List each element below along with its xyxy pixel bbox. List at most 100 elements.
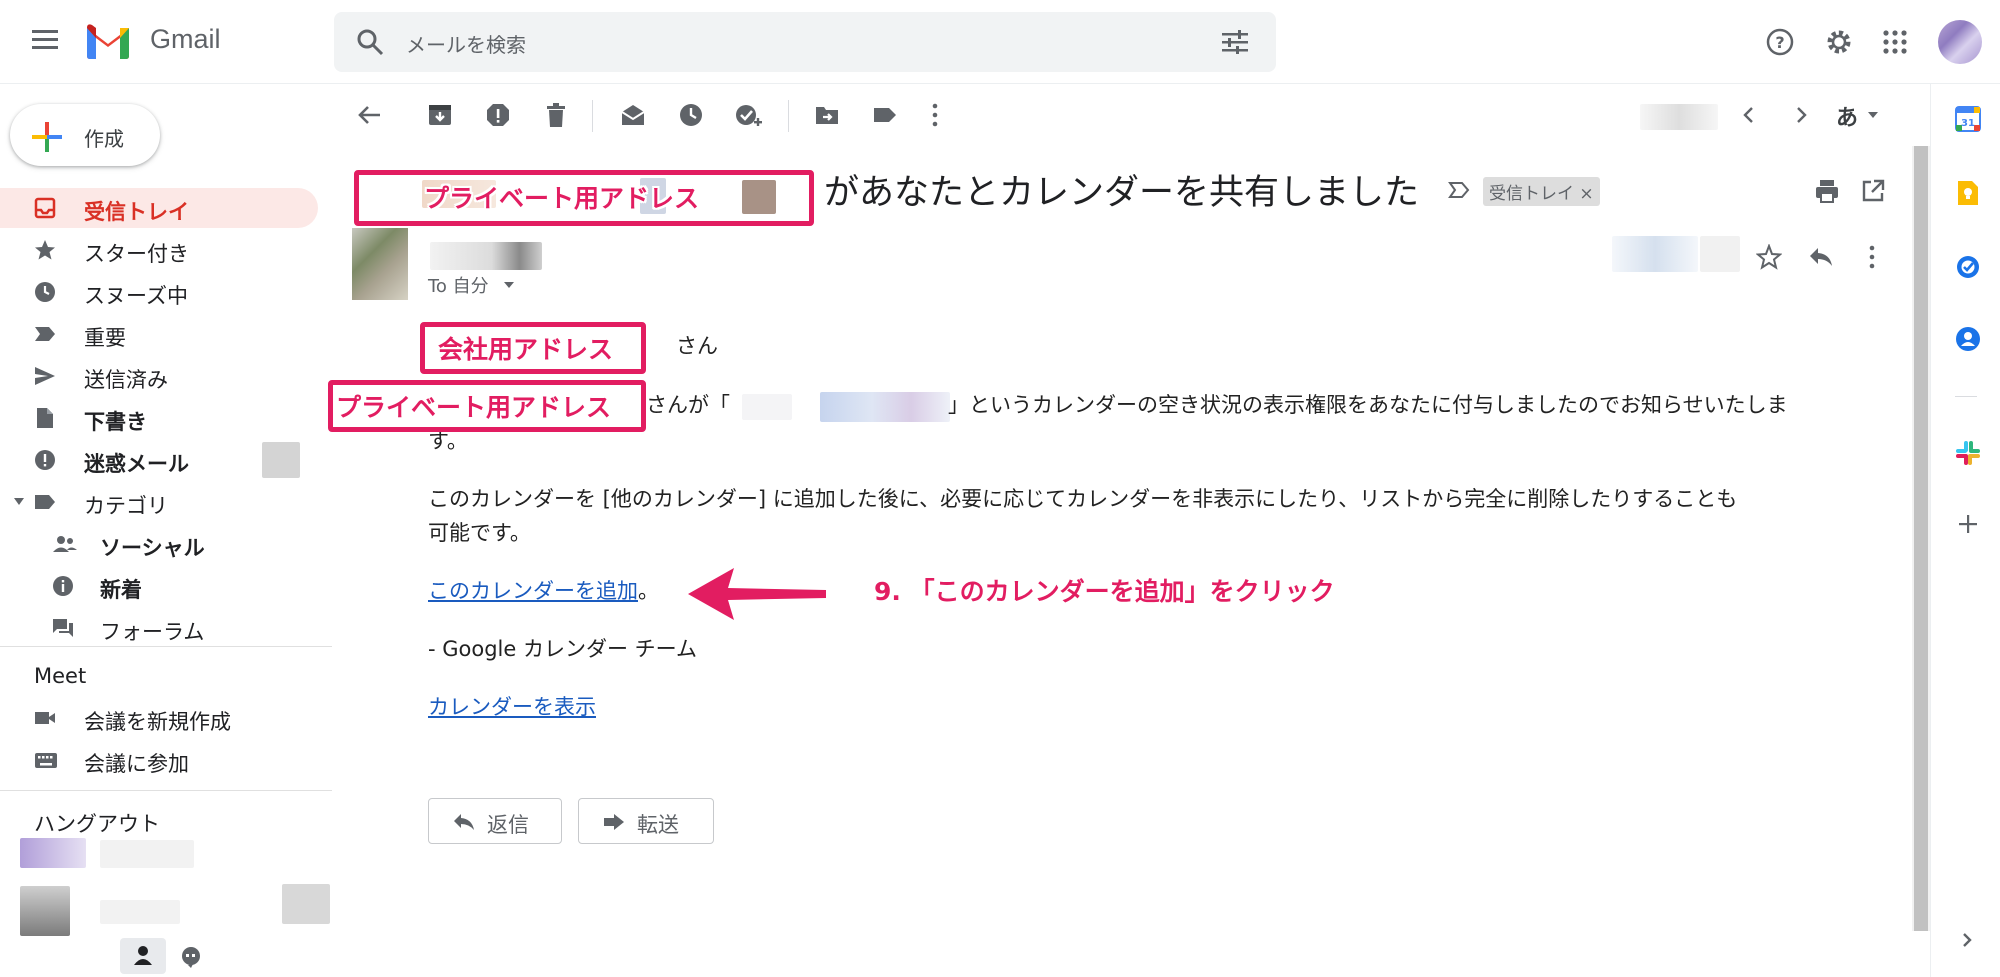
meet-new-meeting[interactable]: 会議を新規作成 — [0, 698, 330, 738]
mark-as-unread-icon[interactable] — [620, 102, 646, 128]
caret-down-icon[interactable] — [1868, 112, 1878, 119]
annotation-step-note: 9. 「このカレンダーを追加」をクリック — [874, 577, 1335, 606]
label-tag-icon[interactable] — [872, 102, 898, 128]
annotation-label-company-address: 会社用アドレス — [438, 335, 614, 364]
important-icon — [34, 323, 56, 345]
slack-addon-icon[interactable] — [1955, 440, 1981, 466]
annotation-arrow-icon — [688, 566, 828, 622]
forward-label: 転送 — [637, 813, 679, 837]
greeting-suffix: さん — [676, 334, 718, 358]
add-to-tasks-icon[interactable] — [734, 102, 762, 130]
more-vertical-icon[interactable] — [1866, 244, 1878, 270]
hangouts-chat-icon[interactable] — [180, 946, 202, 968]
show-side-panel-chevron-icon[interactable] — [1959, 930, 1975, 950]
sidebar-item-drafts[interactable]: 下書き — [0, 398, 330, 438]
body-line-1-prefix: さんが「 — [646, 393, 730, 417]
recipient-details-caret-icon[interactable] — [504, 282, 514, 289]
main-menu-icon[interactable] — [32, 28, 58, 50]
sender-avatar[interactable] — [352, 228, 408, 300]
hangouts-contact-blurred[interactable] — [20, 886, 70, 936]
help-icon[interactable]: ? — [1766, 28, 1794, 56]
sidebar-item-inbox[interactable]: 受信トレイ — [0, 188, 318, 228]
apps-grid-icon[interactable] — [1883, 30, 1907, 54]
date-blurred — [1612, 236, 1698, 272]
inbox-label-chip[interactable]: 受信トレイ × — [1483, 177, 1600, 206]
sidebar-item-label: スヌーズ中 — [84, 284, 188, 308]
recipient-label[interactable]: To 自分 — [428, 272, 489, 298]
gmail-logo-icon[interactable] — [84, 22, 132, 60]
forward-button[interactable]: 転送 — [578, 798, 714, 844]
importance-marker-icon[interactable] — [1448, 180, 1470, 200]
hangouts-contact-blurred[interactable] — [20, 838, 86, 868]
annotation-label-private-address: プライベート用アドレス — [424, 184, 700, 213]
sidebar-item-categories[interactable]: カテゴリ — [0, 482, 330, 522]
sidebar-item-label: 送信済み — [84, 368, 168, 392]
sidebar-item-important[interactable]: 重要 — [0, 314, 330, 354]
move-to-folder-icon[interactable] — [814, 102, 840, 128]
sidebar-item-label: 下書き — [84, 410, 147, 434]
search-options-icon[interactable] — [1222, 30, 1248, 54]
settings-gear-icon[interactable] — [1824, 27, 1854, 57]
toolbar-divider — [788, 100, 789, 132]
report-spam-icon[interactable] — [485, 102, 511, 128]
scrollbar-thumb[interactable] — [1914, 146, 1928, 931]
reply-arrow-icon[interactable] — [1808, 246, 1834, 268]
snooze-clock-icon[interactable] — [678, 102, 704, 128]
side-panel: 31 — [1930, 84, 2000, 977]
open-in-new-window-icon[interactable] — [1860, 178, 1886, 204]
hangouts-contacts-tab[interactable] — [120, 938, 166, 974]
add-calendar-link[interactable]: このカレンダーを追加 — [428, 579, 638, 603]
reply-button[interactable]: 返信 — [428, 798, 562, 844]
signature: - Google カレンダー チーム — [428, 637, 698, 661]
chevron-right-icon[interactable] — [1790, 102, 1812, 128]
compose-plus-icon — [32, 122, 62, 152]
meet-item-label: 会議を新規作成 — [84, 710, 231, 734]
sidebar-item-social[interactable]: ソーシャル — [0, 524, 330, 564]
top-bar: Gmail メールを検索 ? — [0, 0, 2000, 84]
body-line-2-continued: 可能です。 — [428, 521, 531, 545]
spam-count-badge — [262, 442, 300, 478]
calendar-name-blurred — [820, 392, 950, 422]
sidebar-item-forums[interactable]: フォーラム — [0, 608, 330, 648]
search-icon[interactable] — [356, 28, 384, 56]
delete-trash-icon[interactable] — [543, 102, 569, 128]
meet-title: Meet — [34, 664, 87, 688]
archive-icon[interactable] — [427, 102, 453, 128]
send-icon — [34, 365, 56, 387]
svg-text:31: 31 — [1961, 118, 1975, 129]
sidebar-item-starred[interactable]: スター付き — [0, 230, 330, 270]
meet-item-label: 会議に参加 — [84, 752, 189, 776]
forward-arrow-icon — [603, 813, 625, 831]
caret-down-icon[interactable] — [14, 498, 24, 506]
google-contacts-icon[interactable] — [1955, 326, 1981, 352]
hangouts-title: ハングアウト — [34, 812, 160, 836]
google-calendar-icon[interactable]: 31 — [1955, 106, 1981, 132]
search-bar[interactable]: メールを検索 — [334, 12, 1276, 72]
meet-join-meeting[interactable]: 会議に参加 — [0, 740, 330, 780]
sidebar-divider — [0, 790, 332, 791]
toolbar-divider — [592, 100, 593, 132]
more-vertical-icon[interactable] — [928, 102, 942, 128]
chevron-left-icon[interactable] — [1738, 102, 1760, 128]
print-icon[interactable] — [1814, 178, 1840, 204]
google-keep-icon[interactable] — [1955, 180, 1981, 206]
sidebar-item-label: 新着 — [100, 578, 142, 602]
svg-text:?: ? — [1775, 33, 1784, 52]
sidebar-item-label: 受信トレイ — [84, 200, 189, 224]
sidebar-item-updates[interactable]: 新着 — [0, 566, 330, 606]
sidebar-item-label: 重要 — [84, 326, 126, 350]
view-calendar-link[interactable]: カレンダーを表示 — [428, 695, 596, 719]
back-arrow-icon[interactable] — [356, 102, 382, 128]
label-icon — [34, 491, 56, 513]
get-addons-plus-icon[interactable] — [1958, 514, 1978, 534]
google-tasks-icon[interactable] — [1955, 254, 1981, 280]
search-input[interactable]: メールを検索 — [406, 29, 526, 58]
spam-icon — [34, 449, 56, 471]
input-tool-button[interactable]: あ — [1836, 100, 1858, 132]
account-avatar[interactable] — [1938, 20, 1982, 64]
sidebar-item-sent[interactable]: 送信済み — [0, 356, 330, 396]
compose-button[interactable]: 作成 — [10, 104, 160, 166]
sidebar-item-label: 迷惑メール — [84, 452, 189, 476]
star-outline-icon[interactable] — [1756, 244, 1782, 270]
sidebar-item-snoozed[interactable]: スヌーズ中 — [0, 272, 330, 312]
